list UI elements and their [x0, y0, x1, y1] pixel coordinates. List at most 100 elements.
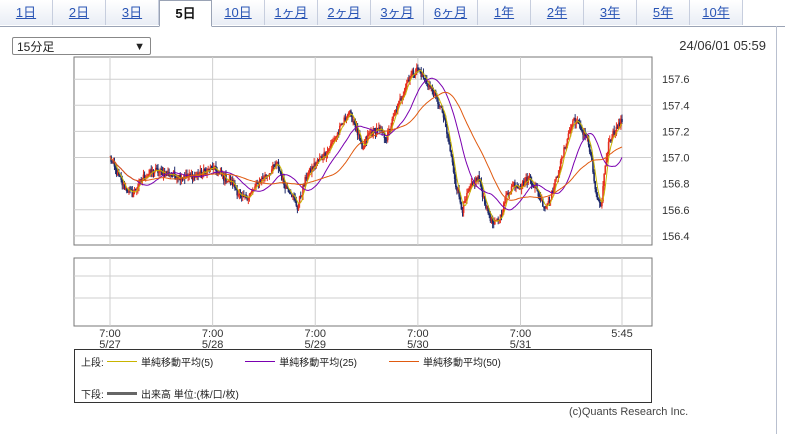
volume-panel: [73, 257, 653, 327]
candle-body: [417, 67, 419, 69]
legend-label-volume: 出来高 単位:(株/口/枚): [141, 389, 239, 401]
candle-body: [449, 144, 452, 151]
y-tick-label: 157.2: [662, 126, 690, 138]
candle-body: [450, 150, 453, 156]
candle-body: [442, 112, 445, 118]
candle-body: [236, 190, 238, 196]
legend-label-ma5: 単純移動平均(5): [141, 357, 214, 369]
candle-body: [610, 139, 612, 141]
candle-body: [594, 181, 597, 190]
candle-body: [453, 172, 456, 179]
x-tick-label: 5:45: [611, 328, 632, 340]
candle-body: [511, 184, 514, 187]
legend-swatch-ma50: [389, 360, 420, 362]
candle-body: [350, 110, 352, 113]
candle-body: [443, 117, 446, 120]
candle-body: [362, 148, 365, 150]
candle-body: [588, 144, 591, 152]
candle-body: [454, 178, 457, 188]
candle-body: [488, 213, 491, 216]
legend-item-ma50: 単純移動平均(50): [389, 354, 501, 369]
y-tick-label: 157.6: [662, 74, 690, 86]
candle-body: [353, 121, 356, 124]
copyright: (c)Quants Research Inc.: [569, 406, 689, 418]
candle-body: [235, 188, 237, 191]
candle-body: [398, 100, 400, 104]
candle-body: [613, 130, 615, 135]
candle-body: [589, 151, 592, 156]
price-panel: [73, 56, 653, 246]
candle-body: [249, 192, 252, 195]
candle-body: [384, 137, 387, 140]
candle-body: [367, 133, 370, 135]
candle-body: [562, 156, 564, 158]
candle-body: [621, 118, 623, 122]
y-tick-label: 156.4: [662, 231, 690, 243]
y-tick-label: 156.8: [662, 179, 690, 191]
candle-body: [361, 142, 363, 149]
candle-body: [572, 120, 574, 126]
candle-body: [554, 179, 556, 187]
candle-body: [250, 190, 253, 193]
legend-label-ma50: 単純移動平均(50): [423, 357, 501, 369]
candle-body: [227, 180, 230, 182]
candle-body: [465, 199, 467, 201]
candle-body: [596, 194, 599, 200]
candle-body: [226, 181, 228, 183]
candle-body: [289, 193, 292, 195]
candle-body: [327, 149, 330, 152]
legend-swatch-ma25: [245, 360, 276, 362]
candle-body: [451, 155, 454, 163]
candle-body: [460, 202, 463, 210]
candle-body: [278, 168, 281, 171]
legend-label-ma25: 単純移動平均(25): [279, 357, 358, 369]
candle-body: [237, 194, 240, 196]
candle-body: [288, 192, 291, 194]
candle-body: [447, 133, 449, 138]
candle-body: [448, 137, 450, 145]
candle-body: [171, 175, 174, 177]
candle-body: [560, 157, 563, 161]
candle-body: [467, 191, 469, 193]
candle-body: [404, 86, 407, 91]
legend-item-volume: 出来高 単位:(株/口/枚): [107, 386, 239, 401]
candle-body: [279, 170, 282, 175]
candle-body: [459, 196, 462, 203]
candle-body: [393, 113, 396, 117]
candle-body: [132, 192, 135, 198]
candle-body: [446, 126, 448, 134]
candle-body: [595, 189, 598, 195]
candle-body: [537, 190, 540, 197]
candle-body: [603, 173, 605, 187]
candle-body: [604, 165, 607, 174]
legend: 上段: 単純移動平均(5) 単純移動平均(25) 単純移動平均(50) 下段: …: [74, 349, 652, 403]
candle-body: [452, 162, 455, 173]
y-tick-label: 157.0: [662, 153, 690, 165]
y-tick-label: 156.6: [662, 205, 690, 217]
candle-body: [347, 112, 350, 115]
candle-body: [568, 131, 571, 134]
candle-body: [273, 164, 275, 166]
legend-item-ma25: 単純移動平均(25): [245, 354, 357, 369]
legend-swatch-ma5: [107, 360, 137, 362]
candle-body: [158, 171, 160, 173]
candle-body: [405, 82, 408, 87]
legend-upper-label: 上段:: [81, 357, 104, 369]
candle-body: [392, 116, 395, 119]
candle-body: [593, 172, 595, 182]
legend-item-ma5: 単純移動平均(5): [107, 354, 213, 369]
candle-body: [567, 133, 570, 140]
candle-body: [297, 203, 300, 210]
candle-body: [469, 185, 472, 189]
candle-body: [569, 128, 572, 132]
candle-body: [468, 188, 470, 192]
candle-body: [463, 200, 466, 203]
candle-body: [331, 142, 333, 144]
candle-body: [328, 148, 331, 150]
legend-lower-label: 下段:: [81, 389, 104, 401]
candle-body: [204, 169, 206, 171]
candle-body: [344, 117, 347, 121]
candle-body: [504, 202, 506, 204]
candle-body: [114, 166, 117, 170]
y-tick-label: 157.4: [662, 100, 690, 112]
